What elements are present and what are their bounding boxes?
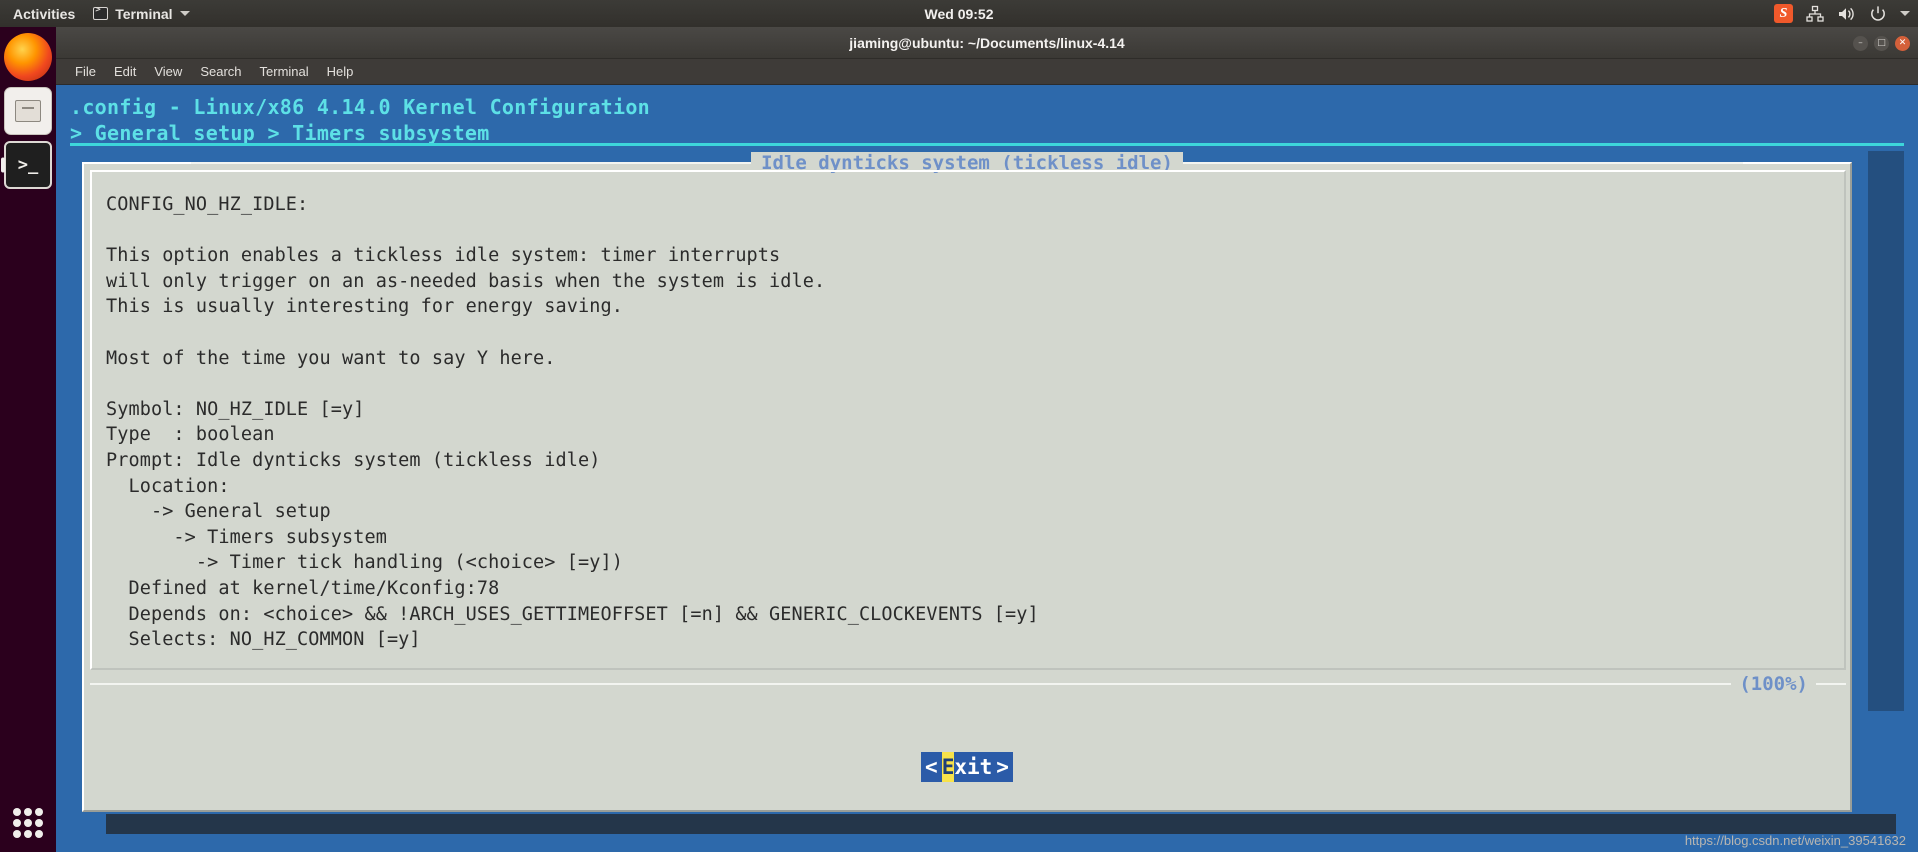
menuconfig-screen: .config - Linux/x86 4.14.0 Kernel Config…: [56, 85, 1918, 852]
menu-item-edit[interactable]: Edit: [105, 62, 145, 81]
help-line: CONFIG_NO_HZ_IDLE:: [106, 194, 309, 215]
menu-item-file[interactable]: File: [66, 62, 105, 81]
chevron-down-icon: [179, 11, 190, 16]
help-line: This option enables a tickless idle syst…: [106, 245, 781, 267]
scroll-percent-row: (100%): [90, 672, 1846, 696]
terminal-window: jiaming@ubuntu: ~/Documents/linux-4.14 –…: [56, 27, 1918, 852]
minimize-button[interactable]: –: [1853, 35, 1868, 51]
clock-label: Wed 09:52: [924, 5, 994, 22]
window-titlebar[interactable]: jiaming@ubuntu: ~/Documents/linux-4.14 –…: [56, 27, 1918, 59]
system-tray: S: [1774, 0, 1910, 27]
exit-label: xit: [954, 755, 993, 779]
dialog-title: Idle dynticks system (tickless idle): [751, 152, 1183, 174]
apps-grid-icon: [13, 808, 43, 838]
background-window-edge: [1868, 151, 1904, 711]
clock[interactable]: Wed 09:52: [0, 6, 1918, 22]
dialog-title-rule-right: [1182, 162, 1743, 164]
power-icon[interactable]: [1869, 5, 1887, 23]
terminal-prompt-icon: >_: [17, 155, 39, 175]
exit-accelerator-key: E: [941, 752, 955, 782]
help-line: -> Timers subsystem: [106, 526, 387, 548]
network-icon[interactable]: [1806, 5, 1824, 23]
window-drop-shadow: [106, 814, 1896, 834]
scroll-percent: (100%): [1739, 673, 1808, 695]
sogou-ime-icon[interactable]: S: [1774, 4, 1793, 23]
window-title: jiaming@ubuntu: ~/Documents/linux-4.14: [849, 34, 1125, 51]
terminal-icon: [93, 5, 109, 20]
menu-item-help[interactable]: Help: [318, 62, 363, 81]
app-menu-terminal[interactable]: Terminal: [84, 0, 198, 27]
dock-item-files[interactable]: [4, 87, 52, 135]
help-line: will only trigger on an as-needed basis …: [106, 270, 826, 292]
help-line: Prompt: Idle dynticks system (tickless i…: [106, 449, 601, 471]
menuconfig-header: .config - Linux/x86 4.14.0 Kernel Config…: [56, 85, 1918, 146]
maximize-button[interactable]: □: [1874, 35, 1889, 51]
help-line: Location:: [106, 475, 230, 497]
close-button[interactable]: ✕: [1895, 35, 1910, 51]
watermark: https://blog.csdn.net/weixin_39541632: [1684, 833, 1906, 848]
help-line: [106, 320, 1828, 346]
help-line: -> General setup: [106, 501, 331, 523]
help-line: Symbol: NO_HZ_IDLE [=y]: [106, 398, 365, 420]
help-line: [106, 371, 1828, 397]
help-dialog: Idle dynticks system (tickless idle) CON…: [82, 152, 1852, 812]
dialog-title-rule-left: [191, 162, 752, 164]
help-line: Defined at kernel/time/Kconfig:78: [106, 577, 500, 599]
menu-item-view[interactable]: View: [145, 62, 191, 81]
launcher-dock: >_: [0, 27, 56, 852]
dock-item-firefox[interactable]: [4, 33, 52, 81]
dialog-button-row: < E xit >: [84, 752, 1850, 782]
help-text-body[interactable]: CONFIG_NO_HZ_IDLE: This option enables a…: [84, 178, 1850, 658]
active-indicator: [1, 157, 5, 173]
exit-button[interactable]: < E xit >: [921, 752, 1013, 782]
help-line: [106, 218, 1828, 244]
menu-item-search[interactable]: Search: [191, 62, 250, 81]
activities-label: Activities: [13, 5, 76, 22]
terminal-menubar: File Edit View Search Terminal Help: [56, 59, 1918, 84]
gnome-top-bar: Activities Terminal Wed 09:52 S: [0, 0, 1918, 27]
help-line: Most of the time you want to say Y here.: [106, 347, 556, 369]
header-divider: [70, 143, 1904, 146]
app-menu-label: Terminal: [115, 5, 173, 22]
files-icon: [15, 100, 41, 122]
exit-right-bracket: >: [996, 755, 1009, 779]
dock-item-terminal[interactable]: >_: [1, 141, 52, 189]
volume-icon[interactable]: [1837, 5, 1856, 23]
help-line: Selects: NO_HZ_COMMON [=y]: [106, 629, 421, 651]
menu-item-terminal[interactable]: Terminal: [251, 62, 318, 81]
activities-button[interactable]: Activities: [4, 0, 84, 27]
help-line: -> Timer tick handling (<choice> [=y]): [106, 552, 623, 574]
percent-rule-left: [90, 683, 1732, 685]
help-line: Type : boolean: [106, 424, 275, 446]
window-controls: – □ ✕: [1853, 27, 1910, 59]
dialog-title-bar: Idle dynticks system (tickless idle): [84, 152, 1850, 174]
system-menu-chevron-icon[interactable]: [1900, 11, 1910, 16]
help-line: Depends on: <choice> && !ARCH_USES_GETTI…: [106, 603, 1039, 625]
help-line: This is usually interesting for energy s…: [106, 296, 623, 318]
show-applications-button[interactable]: [0, 808, 56, 838]
exit-left-bracket: <: [925, 755, 938, 779]
config-title: .config - Linux/x86 4.14.0 Kernel Config…: [70, 95, 651, 119]
percent-rule-right: [1816, 683, 1846, 685]
